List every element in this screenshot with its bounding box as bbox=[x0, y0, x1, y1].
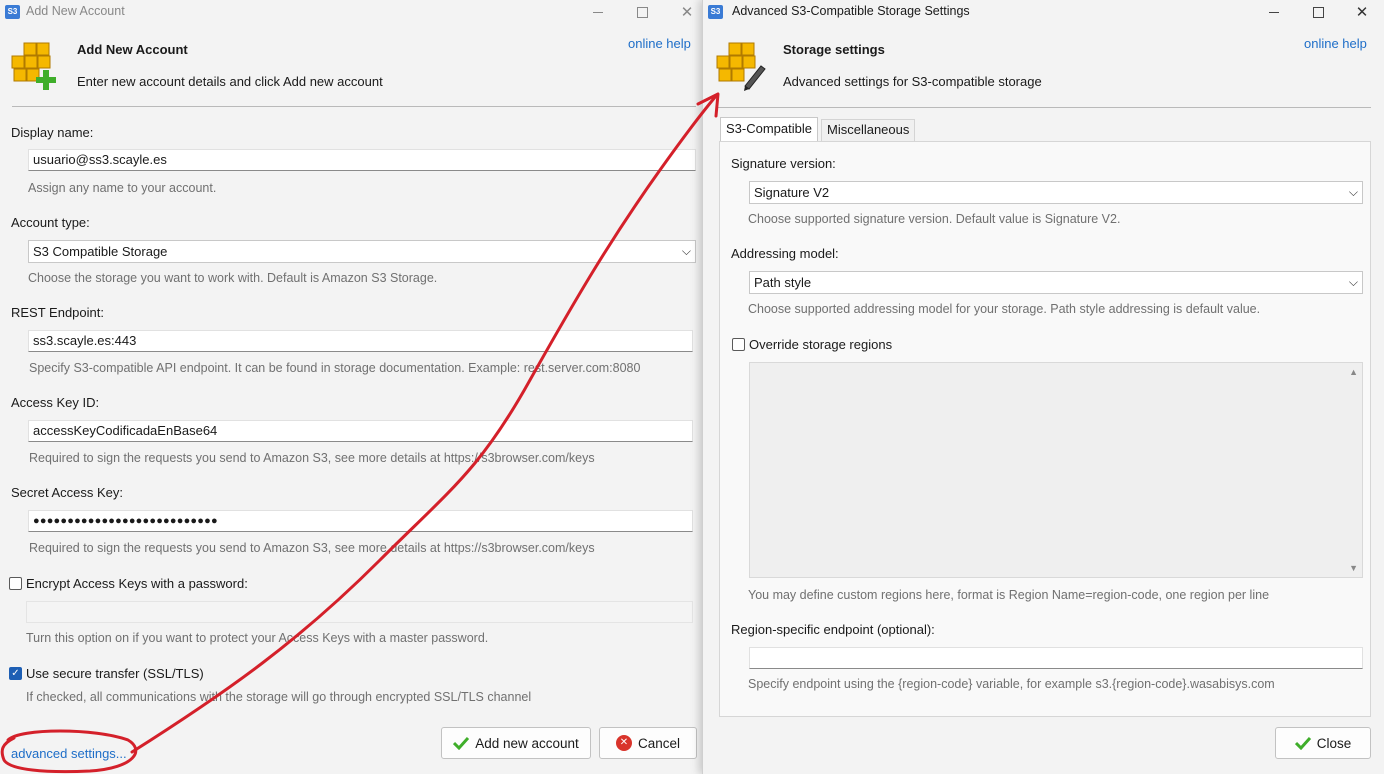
account-type-label: Account type: bbox=[11, 215, 90, 230]
advanced-settings-link[interactable]: advanced settings... bbox=[11, 746, 127, 761]
add-account-icon bbox=[11, 42, 56, 90]
close-button[interactable]: Close bbox=[1275, 727, 1371, 759]
app-icon: S3 bbox=[708, 5, 723, 19]
minimize-button[interactable] bbox=[1251, 0, 1297, 24]
addressing-select[interactable]: Path style ⌵ bbox=[749, 271, 1363, 294]
override-regions-hint: You may define custom regions here, form… bbox=[748, 588, 1270, 602]
advanced-settings-window: S3 Advanced S3-Compatible Storage Settin… bbox=[702, 0, 1384, 774]
right-header-title: Storage settings bbox=[783, 42, 885, 57]
chevron-down-icon: ⌵ bbox=[1348, 275, 1358, 289]
ssl-label: Use secure transfer (SSL/TLS) bbox=[26, 666, 204, 681]
close-label: Close bbox=[1316, 735, 1352, 751]
minimize-button[interactable] bbox=[575, 0, 621, 24]
override-regions-label: Override storage regions bbox=[749, 337, 893, 352]
signature-value: Signature V2 bbox=[754, 185, 830, 200]
maximize-button[interactable] bbox=[1295, 0, 1341, 24]
access-key-hint: Required to sign the requests you send t… bbox=[29, 451, 595, 465]
scroll-down-icon[interactable]: ▼ bbox=[1349, 563, 1358, 573]
encrypt-keys-label: Encrypt Access Keys with a password: bbox=[26, 576, 248, 591]
encrypt-password-input[interactable] bbox=[26, 601, 693, 623]
left-window-title: Add New Account bbox=[26, 4, 125, 18]
add-new-account-label: Add new account bbox=[475, 735, 579, 751]
region-endpoint-input[interactable] bbox=[749, 647, 1363, 669]
regions-textarea[interactable]: ▲ ▼ bbox=[749, 362, 1363, 578]
scroll-up-icon[interactable]: ▲ bbox=[1349, 367, 1358, 377]
rest-endpoint-label: REST Endpoint: bbox=[11, 305, 104, 320]
encrypt-keys-checkbox[interactable] bbox=[9, 577, 22, 590]
chevron-down-icon: ⌵ bbox=[681, 244, 691, 258]
secret-key-input[interactable]: ●●●●●●●●●●●●●●●●●●●●●●●●●●● bbox=[28, 510, 693, 532]
right-online-help-link[interactable]: online help bbox=[1304, 36, 1367, 51]
tab-miscellaneous[interactable]: Miscellaneous bbox=[821, 119, 916, 141]
override-regions-checkbox[interactable] bbox=[732, 338, 745, 351]
left-online-help-link[interactable]: online help bbox=[628, 36, 691, 51]
left-header-subtitle: Enter new account details and click Add … bbox=[77, 74, 383, 89]
close-window-button[interactable]: ✕ bbox=[1339, 0, 1384, 24]
left-header-title: Add New Account bbox=[77, 42, 188, 57]
right-header-subtitle: Advanced settings for S3-compatible stor… bbox=[783, 74, 1042, 89]
ssl-checkbox[interactable]: ✓ bbox=[9, 667, 22, 680]
cancel-icon: ✕ bbox=[615, 735, 632, 751]
left-header-separator bbox=[12, 106, 696, 107]
addressing-label: Addressing model: bbox=[731, 246, 839, 261]
encrypt-keys-hint: Turn this option on if you want to prote… bbox=[26, 631, 489, 645]
left-titlebar: S3 Add New Account ✕ bbox=[0, 0, 702, 24]
display-name-label: Display name: bbox=[11, 125, 94, 140]
addressing-value: Path style bbox=[754, 275, 812, 290]
checkmark-icon bbox=[453, 736, 470, 750]
signature-select[interactable]: Signature V2 ⌵ bbox=[749, 181, 1363, 204]
cancel-label: Cancel bbox=[637, 735, 681, 751]
access-key-label: Access Key ID: bbox=[11, 395, 100, 410]
app-icon: S3 bbox=[5, 5, 20, 19]
right-header-separator bbox=[717, 107, 1371, 108]
storage-settings-icon bbox=[716, 42, 766, 91]
account-type-select[interactable]: S3 Compatible Storage ⌵ bbox=[28, 240, 696, 263]
cancel-button[interactable]: ✕ Cancel bbox=[599, 727, 697, 759]
maximize-button[interactable] bbox=[619, 0, 665, 24]
signature-hint: Choose supported signature version. Defa… bbox=[748, 212, 1121, 226]
account-type-value: S3 Compatible Storage bbox=[33, 244, 168, 259]
secret-key-hint: Required to sign the requests you send t… bbox=[29, 541, 595, 555]
region-endpoint-label: Region-specific endpoint (optional): bbox=[731, 622, 935, 637]
rest-endpoint-input[interactable]: ss3.scayle.es:443 bbox=[28, 330, 693, 352]
display-name-input[interactable]: usuario@ss3.scayle.es bbox=[28, 149, 696, 171]
access-key-input[interactable]: accessKeyCodificadaEnBase64 bbox=[28, 420, 693, 442]
right-titlebar: S3 Advanced S3-Compatible Storage Settin… bbox=[703, 0, 1384, 24]
tab-s3-compatible[interactable]: S3-Compatible bbox=[720, 117, 818, 141]
addressing-hint: Choose supported addressing model for yo… bbox=[748, 302, 1261, 316]
rest-endpoint-hint: Specify S3-compatible API endpoint. It c… bbox=[29, 361, 641, 375]
ssl-hint: If checked, all communications with the … bbox=[26, 690, 532, 704]
region-endpoint-hint: Specify endpoint using the {region-code}… bbox=[748, 677, 1275, 691]
right-window-title: Advanced S3-Compatible Storage Settings bbox=[732, 4, 970, 18]
account-type-hint: Choose the storage you want to work with… bbox=[28, 271, 438, 285]
secret-key-label: Secret Access Key: bbox=[11, 485, 123, 500]
checkmark-icon bbox=[1294, 736, 1311, 750]
chevron-down-icon: ⌵ bbox=[1348, 185, 1358, 199]
signature-label: Signature version: bbox=[731, 156, 836, 171]
add-account-window: S3 Add New Account ✕ Add New Account Ent… bbox=[0, 0, 702, 774]
display-name-hint: Assign any name to your account. bbox=[28, 181, 217, 195]
add-new-account-button[interactable]: Add new account bbox=[441, 727, 591, 759]
